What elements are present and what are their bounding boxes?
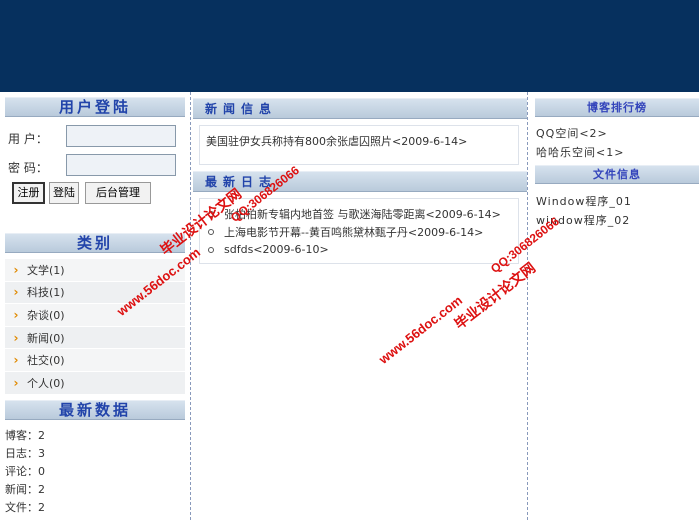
chevron-right-icon: › xyxy=(13,262,19,277)
stat-logs: 日志：3 xyxy=(5,447,45,460)
blog-ranking-section-title: 博客排行榜 xyxy=(535,98,699,117)
category-label: 新闻(0) xyxy=(27,331,65,345)
stat-files: 文件：2 xyxy=(5,501,45,514)
ranking-item[interactable]: QQ空间<2> xyxy=(536,125,608,141)
username-label: 用 户： xyxy=(8,132,48,146)
file-info-section-title: 文件信息 xyxy=(535,165,699,184)
chevron-right-icon: › xyxy=(13,330,19,345)
category-item-personal[interactable]: › 个人(0) xyxy=(5,371,185,395)
chevron-right-icon: › xyxy=(13,375,19,390)
log-item-text: 上海电影节开幕--黄百鸣熊黛林甄子丹<2009-6-14> xyxy=(224,226,484,239)
latest-data-section-title: 最新数据 xyxy=(5,400,185,420)
username-input[interactable] xyxy=(66,125,176,147)
latest-data-stats: 博客：2 日志：3 评论：0 新闻：2 文件：2 xyxy=(5,427,185,517)
log-item[interactable]: 上海电影节开幕--黄百鸣熊黛林甄子丹<2009-6-14> xyxy=(208,224,483,240)
category-label: 杂谈(0) xyxy=(27,308,65,322)
top-banner xyxy=(0,0,699,92)
category-item-social[interactable]: › 社交(0) xyxy=(5,349,185,372)
bullet-icon xyxy=(208,246,214,253)
category-label: 科技(1) xyxy=(27,286,65,300)
chevron-right-icon: › xyxy=(13,285,19,300)
log-item[interactable]: sdfds<2009-6-10> xyxy=(208,243,329,256)
chevron-right-icon: › xyxy=(13,307,19,322)
login-button[interactable]: 登陆 xyxy=(49,182,79,204)
ranking-item[interactable]: 哈哈乐空间<1> xyxy=(536,144,624,160)
stat-news: 新闻：2 xyxy=(5,483,45,496)
stat-comments: 评论：0 xyxy=(5,465,45,478)
category-label: 社交(0) xyxy=(27,354,65,368)
category-item-news[interactable]: › 新闻(0) xyxy=(5,326,185,350)
news-item[interactable]: 美国驻伊女兵称持有800余张虐囚照片<2009-6-14> xyxy=(206,133,467,149)
bullet-icon xyxy=(208,229,214,235)
category-label: 个人(0) xyxy=(27,376,65,390)
latest-logs-section-title: 最新日志 xyxy=(193,171,527,192)
chevron-right-icon: › xyxy=(13,353,19,368)
log-item-text: 张柏柏新专辑内地首签 与歌迷海陆零距离<2009-6-14> xyxy=(224,208,501,221)
admin-button[interactable]: 后台管理 xyxy=(85,182,151,204)
news-section-title: 新闻信息 xyxy=(193,98,527,119)
category-item-misc[interactable]: › 杂谈(0) xyxy=(5,304,185,327)
password-label: 密 码： xyxy=(8,161,48,175)
file-item[interactable]: Window程序_01 xyxy=(536,193,632,209)
login-section-title: 用户登陆 xyxy=(5,97,185,117)
password-input[interactable] xyxy=(66,154,176,176)
category-label: 文学(1) xyxy=(27,263,65,277)
log-item-text: sdfds<2009-6-10> xyxy=(224,243,329,256)
stat-blogs: 博客：2 xyxy=(5,429,45,442)
register-button[interactable]: 注册 xyxy=(12,182,45,204)
